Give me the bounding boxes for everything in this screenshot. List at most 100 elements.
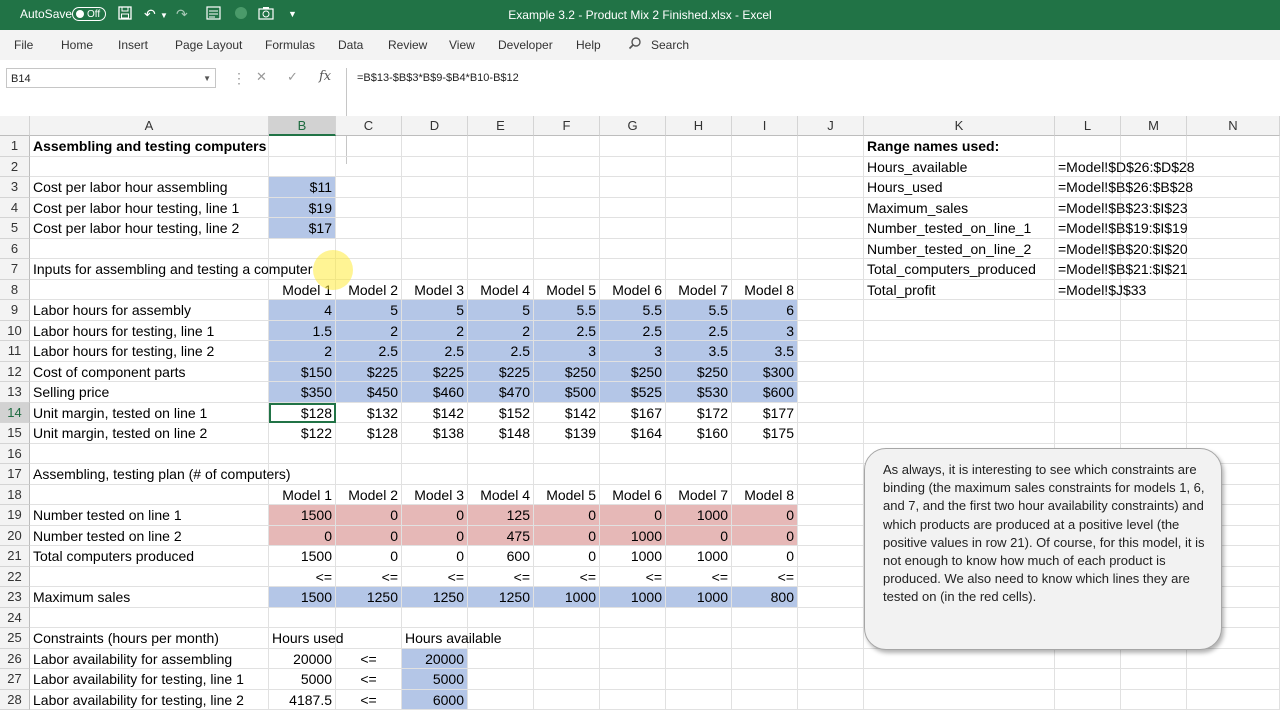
cell-n12[interactable] bbox=[1187, 361, 1280, 382]
cell-n4[interactable] bbox=[1187, 197, 1280, 218]
cell-i3[interactable] bbox=[732, 177, 798, 198]
cell-b19[interactable]: 1500 bbox=[269, 505, 336, 526]
cell-b1[interactable] bbox=[269, 136, 336, 157]
cell-d2[interactable] bbox=[402, 156, 468, 177]
cell-j23[interactable] bbox=[798, 587, 864, 608]
cell-k28[interactable] bbox=[864, 689, 1055, 710]
cell-m10[interactable] bbox=[1121, 320, 1187, 341]
cell-d12[interactable]: $225 bbox=[402, 361, 468, 382]
cell-m9[interactable] bbox=[1121, 300, 1187, 321]
cell-n6[interactable] bbox=[1187, 238, 1280, 259]
cell-b15[interactable]: $122 bbox=[269, 423, 336, 444]
cell-b20[interactable]: 0 bbox=[269, 525, 336, 546]
tab-page-layout[interactable]: Page Layout bbox=[175, 38, 242, 52]
cell-b2[interactable] bbox=[269, 156, 336, 177]
cell-f19[interactable]: 0 bbox=[534, 505, 600, 526]
cell-f3[interactable] bbox=[534, 177, 600, 198]
row-header-1[interactable]: 1 bbox=[0, 136, 30, 157]
cell-g11[interactable]: 3 bbox=[600, 341, 666, 362]
cell-e18[interactable]: Model 4 bbox=[468, 484, 534, 505]
cell-c19[interactable]: 0 bbox=[336, 505, 402, 526]
cell-i21[interactable]: 0 bbox=[732, 546, 798, 567]
cell-i23[interactable]: 800 bbox=[732, 587, 798, 608]
cell-g6[interactable] bbox=[600, 238, 666, 259]
cell-h11[interactable]: 3.5 bbox=[666, 341, 732, 362]
tab-help[interactable]: Help bbox=[576, 38, 601, 52]
cell-k12[interactable] bbox=[864, 361, 1055, 382]
cell-h13[interactable]: $530 bbox=[666, 382, 732, 403]
cell-j16[interactable] bbox=[798, 443, 864, 464]
tab-home[interactable]: Home bbox=[61, 38, 93, 52]
cell-b12[interactable]: $150 bbox=[269, 361, 336, 382]
cell-h17[interactable] bbox=[666, 464, 732, 485]
cell-c21[interactable]: 0 bbox=[336, 546, 402, 567]
cell-k26[interactable] bbox=[864, 648, 1055, 669]
cell-c22[interactable]: <= bbox=[336, 566, 402, 587]
cell-j3[interactable] bbox=[798, 177, 864, 198]
cell-j5[interactable] bbox=[798, 218, 864, 239]
cell-g20[interactable]: 1000 bbox=[600, 525, 666, 546]
cell-j4[interactable] bbox=[798, 197, 864, 218]
cell-f1[interactable] bbox=[534, 136, 600, 157]
cell-g12[interactable]: $250 bbox=[600, 361, 666, 382]
cell-d3[interactable] bbox=[402, 177, 468, 198]
cell-l1[interactable] bbox=[1055, 136, 1121, 157]
cell-e9[interactable]: 5 bbox=[468, 300, 534, 321]
cell-d14[interactable]: $142 bbox=[402, 402, 468, 423]
cell-d7[interactable] bbox=[402, 259, 468, 280]
cell-d19[interactable]: 0 bbox=[402, 505, 468, 526]
tab-file[interactable]: File bbox=[14, 38, 33, 52]
cell-d4[interactable] bbox=[402, 197, 468, 218]
cell-h26[interactable] bbox=[666, 648, 732, 669]
cell-c27[interactable]: <= bbox=[336, 669, 402, 690]
row-header-7[interactable]: 7 bbox=[0, 259, 30, 280]
row-header-4[interactable]: 4 bbox=[0, 197, 30, 218]
cell-e8[interactable]: Model 4 bbox=[468, 279, 534, 300]
cell-l10[interactable] bbox=[1055, 320, 1121, 341]
cell-m15[interactable] bbox=[1121, 423, 1187, 444]
cell-g5[interactable] bbox=[600, 218, 666, 239]
column-header-d[interactable]: D bbox=[402, 116, 468, 136]
cell-d24[interactable] bbox=[402, 607, 468, 628]
cell-i19[interactable]: 0 bbox=[732, 505, 798, 526]
column-header-m[interactable]: M bbox=[1121, 116, 1187, 136]
cell-g21[interactable]: 1000 bbox=[600, 546, 666, 567]
cell-e1[interactable] bbox=[468, 136, 534, 157]
cell-b3[interactable]: $11 bbox=[269, 177, 336, 198]
column-header-n[interactable]: N bbox=[1187, 116, 1280, 136]
cell-c24[interactable] bbox=[336, 607, 402, 628]
cell-j19[interactable] bbox=[798, 505, 864, 526]
cell-i5[interactable] bbox=[732, 218, 798, 239]
cell-h19[interactable]: 1000 bbox=[666, 505, 732, 526]
cell-e17[interactable] bbox=[468, 464, 534, 485]
cell-m1[interactable] bbox=[1121, 136, 1187, 157]
cell-c18[interactable]: Model 2 bbox=[336, 484, 402, 505]
cell-c25[interactable] bbox=[336, 628, 402, 649]
cell-b10[interactable]: 1.5 bbox=[269, 320, 336, 341]
cell-e14[interactable]: $152 bbox=[468, 402, 534, 423]
cell-f11[interactable]: 3 bbox=[534, 341, 600, 362]
row-header-23[interactable]: 23 bbox=[0, 587, 30, 608]
row-header-5[interactable]: 5 bbox=[0, 218, 30, 239]
cell-k11[interactable] bbox=[864, 341, 1055, 362]
cell-j18[interactable] bbox=[798, 484, 864, 505]
cell-n27[interactable] bbox=[1187, 669, 1280, 690]
cell-j8[interactable] bbox=[798, 279, 864, 300]
cell-c12[interactable]: $225 bbox=[336, 361, 402, 382]
cell-d22[interactable]: <= bbox=[402, 566, 468, 587]
cell-c5[interactable] bbox=[336, 218, 402, 239]
cell-j14[interactable] bbox=[798, 402, 864, 423]
cell-f16[interactable] bbox=[534, 443, 600, 464]
cell-d16[interactable] bbox=[402, 443, 468, 464]
cell-h2[interactable] bbox=[666, 156, 732, 177]
cell-g25[interactable] bbox=[600, 628, 666, 649]
cell-c11[interactable]: 2.5 bbox=[336, 341, 402, 362]
cell-d11[interactable]: 2.5 bbox=[402, 341, 468, 362]
row-header-2[interactable]: 2 bbox=[0, 156, 30, 177]
row-header-20[interactable]: 20 bbox=[0, 525, 30, 546]
cell-j11[interactable] bbox=[798, 341, 864, 362]
search-label[interactable]: Search bbox=[651, 38, 689, 52]
cell-d13[interactable]: $460 bbox=[402, 382, 468, 403]
cell-h28[interactable] bbox=[666, 689, 732, 710]
cell-i8[interactable]: Model 8 bbox=[732, 279, 798, 300]
